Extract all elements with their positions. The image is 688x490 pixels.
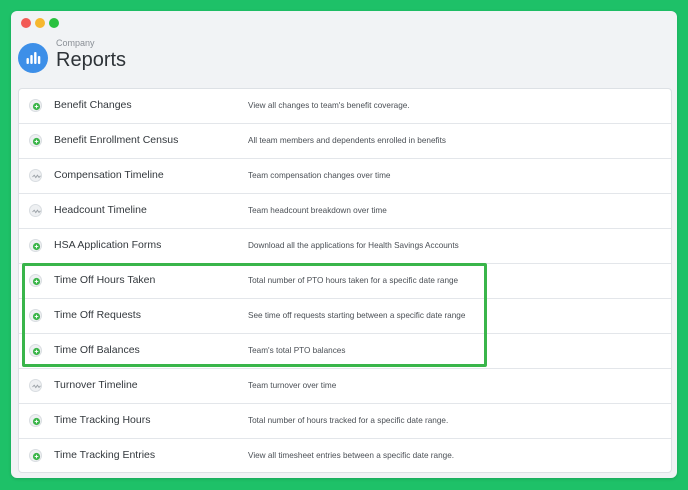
report-description: View all changes to team's benefit cover… (248, 101, 410, 110)
report-row-8[interactable]: Turnover Timeline Team turnover over tim… (19, 369, 671, 404)
report-name: Time Off Requests (54, 309, 141, 321)
report-description: Team turnover over time (248, 381, 337, 390)
report-name: Compensation Timeline (54, 169, 164, 181)
report-description: View all timesheet entries between a spe… (248, 451, 455, 460)
timeline-icon (29, 379, 42, 392)
report-row-4[interactable]: HSA Application Forms Download all the a… (19, 229, 671, 264)
report-name: Time Off Balances (54, 344, 140, 356)
plus-download-icon (29, 344, 42, 357)
report-name: Time Tracking Hours (54, 414, 151, 426)
report-list: Benefit Changes View all changes to team… (18, 88, 672, 473)
bar-chart-icon (18, 43, 48, 73)
report-name: Turnover Timeline (54, 379, 138, 391)
report-description: Total number of hours tracked for a spec… (248, 416, 449, 425)
report-description: Team compensation changes over time (248, 171, 391, 180)
plus-download-icon (29, 274, 42, 287)
app-window: Company Reports Benefit Changes View all… (11, 11, 677, 478)
report-description: Download all the applications for Health… (248, 241, 459, 250)
report-row-7[interactable]: Time Off Balances Team's total PTO balan… (19, 334, 671, 369)
plus-download-icon (29, 414, 42, 427)
report-row-6[interactable]: Time Off Requests See time off requests … (19, 299, 671, 334)
plus-download-icon (29, 239, 42, 252)
page-header: Company Reports (11, 35, 677, 87)
report-row-10[interactable]: Time Tracking Entries View all timesheet… (19, 439, 671, 472)
report-row-0[interactable]: Benefit Changes View all changes to team… (19, 89, 671, 124)
report-name: HSA Application Forms (54, 239, 162, 251)
breadcrumb[interactable]: Company (56, 38, 95, 48)
report-row-2[interactable]: Compensation Timeline Team compensation … (19, 159, 671, 194)
report-row-9[interactable]: Time Tracking Hours Total number of hour… (19, 404, 671, 439)
report-name: Time Off Hours Taken (54, 274, 156, 286)
close-window-button[interactable] (21, 18, 31, 28)
plus-download-icon (29, 99, 42, 112)
page-title: Reports (56, 49, 127, 71)
report-description: Total number of PTO hours taken for a sp… (248, 276, 459, 285)
plus-download-icon (29, 309, 42, 322)
plus-download-icon (29, 134, 42, 147)
maximize-window-button[interactable] (49, 18, 59, 28)
report-name: Time Tracking Entries (54, 449, 156, 461)
report-description: Team's total PTO balances (248, 346, 346, 355)
report-name: Headcount Timeline (54, 204, 147, 216)
report-name: Benefit Enrollment Census (54, 134, 179, 146)
report-row-1[interactable]: Benefit Enrollment Census All team membe… (19, 124, 671, 159)
report-description: Team headcount breakdown over time (248, 206, 387, 215)
timeline-icon (29, 204, 42, 217)
plus-download-icon (29, 449, 42, 462)
minimize-window-button[interactable] (35, 18, 45, 28)
report-row-5[interactable]: Time Off Hours Taken Total number of PTO… (19, 264, 671, 299)
timeline-icon (29, 169, 42, 182)
report-name: Benefit Changes (54, 99, 132, 111)
report-description: See time off requests starting between a… (248, 311, 466, 320)
title-bar (11, 11, 677, 35)
report-description: All team members and dependents enrolled… (248, 136, 446, 145)
report-row-3[interactable]: Headcount Timeline Team headcount breakd… (19, 194, 671, 229)
